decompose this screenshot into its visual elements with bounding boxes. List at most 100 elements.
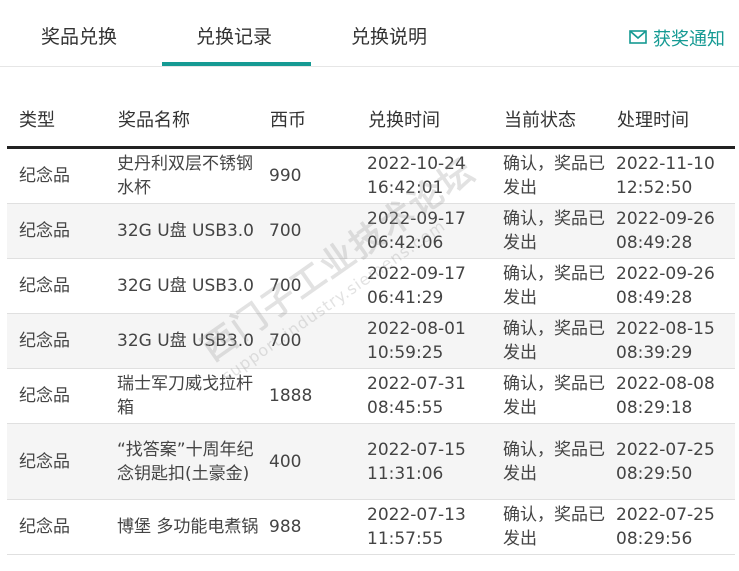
cell-exchange-time: 10:59:25 <box>367 343 444 363</box>
cell-status: 确认，奖品已发出 <box>503 374 605 418</box>
tab-exchange-records[interactable]: 兑换记录 <box>196 22 272 49</box>
cell-process-time: 2022-07-25 08:29:50 <box>616 423 735 500</box>
cell-name: 32G U盘 USB3.0 <box>117 276 254 296</box>
cell-prize-name: “找答案”十周年纪念钥匙扣(土豪金) <box>117 423 269 500</box>
cell-name: “找答案”十周年纪念钥匙扣(土豪金) <box>117 439 254 484</box>
cell-process-time: 08:29:50 <box>616 463 693 484</box>
cell-exchange-date: 2022-08-01 <box>367 319 466 339</box>
award-notification-label: 获奖通知 <box>653 29 725 50</box>
cell-name: 史丹利双层不锈钢水杯 <box>117 154 253 198</box>
cell-process-date: 2022-11-10 <box>616 154 715 174</box>
mail-icon <box>629 28 647 49</box>
cell-process-time: 2022-11-10 12:52:50 <box>616 147 735 204</box>
cell-process-date: 2022-07-25 <box>616 505 715 525</box>
cell-exchange-date: 2022-10-24 <box>367 154 466 174</box>
cell-prize-name: 史丹利双层不锈钢水杯 <box>117 147 269 204</box>
cell-process-time: 08:29:18 <box>616 398 693 418</box>
cell-process-date: 2022-08-08 <box>616 374 715 394</box>
cell-exchange-time: 2022-08-01 10:59:25 <box>367 313 503 369</box>
cell-coins: 1888 <box>269 368 367 424</box>
cell-process-time: 08:39:29 <box>616 343 693 363</box>
col-header-process-time: 处理时间 <box>616 92 735 149</box>
cell-exchange-time: 2022-07-13 11:57:55 <box>367 499 503 555</box>
col-header-type: 类型 <box>7 92 117 149</box>
col-header-exchange-time: 兑换时间 <box>367 92 503 149</box>
cell-exchange-time: 2022-07-15 11:31:06 <box>367 423 503 500</box>
cell-status: 确认，奖品已发出 <box>503 209 605 253</box>
cell-status: 确认，奖品已发出 <box>503 203 616 259</box>
cell-coins: 1888 <box>269 386 313 406</box>
cell-type: 纪念品 <box>19 386 70 406</box>
cell-coins: 700 <box>269 258 367 314</box>
cell-type: 纪念品 <box>19 451 70 472</box>
cell-exchange-time: 2022-10-24 16:42:01 <box>367 147 503 204</box>
cell-name: 博堡 多功能电煮锅 <box>117 517 259 537</box>
cell-exchange-time: 16:42:01 <box>367 178 444 198</box>
cell-exchange-date: 2022-07-13 <box>367 505 466 525</box>
cell-type: 纪念品 <box>7 258 117 314</box>
cell-name: 瑞士军刀威戈拉杆箱 <box>117 374 253 418</box>
active-tab-indicator <box>162 62 311 66</box>
cell-status: 确认，奖品已发出 <box>503 319 605 363</box>
cell-prize-name: 瑞士军刀威戈拉杆箱 <box>117 368 269 424</box>
cell-status: 确认，奖品已发出 <box>503 368 616 424</box>
cell-coins: 400 <box>269 423 367 500</box>
cell-exchange-time: 11:31:06 <box>367 463 444 484</box>
table-row: 纪念品 瑞士军刀威戈拉杆箱 1888 2022-07-31 08:45:55 确认，奖品已… <box>7 368 735 424</box>
cell-prize-name: 32G U盘 USB3.0 <box>117 258 269 314</box>
cell-process-date: 2022-09-26 <box>616 209 715 229</box>
cell-exchange-time: 06:42:06 <box>367 233 444 253</box>
tab-prize-exchange[interactable]: 奖品兑换 <box>41 22 117 49</box>
award-notification-link[interactable]: 获奖通知 <box>629 25 725 51</box>
cell-exchange-time: 06:41:29 <box>367 288 444 308</box>
cell-type: 纪念品 <box>7 203 117 259</box>
cell-status: 确认，奖品已发出 <box>503 264 605 308</box>
cell-type: 纪念品 <box>7 499 117 555</box>
table-row: 纪念品 32G U盘 USB3.0 700 2022-09-17 06:41:29 确认，… <box>7 258 735 314</box>
cell-prize-name: 32G U盘 USB3.0 <box>117 203 269 259</box>
table-header-row: 类型 奖品名称 西币 兑换时间 当前状态 处理时间 <box>7 92 735 149</box>
table-row: 纪念品 史丹利双层不锈钢水杯 990 2022-10-24 16:42:01 确认，奖品已… <box>7 147 735 204</box>
cell-status: 确认，奖品已发出 <box>503 258 616 314</box>
cell-type: 纪念品 <box>19 517 70 537</box>
cell-coins: 700 <box>269 276 302 296</box>
cell-process-time: 2022-08-08 08:29:18 <box>616 368 735 424</box>
exchange-records-table: 类型 奖品名称 西币 兑换时间 当前状态 处理时间 纪念品 史丹利双层不锈钢水杯 9… <box>7 92 735 555</box>
cell-process-time: 12:52:50 <box>616 178 693 198</box>
table-row: 纪念品 32G U盘 USB3.0 700 2022-09-17 06:42:06 确认，… <box>7 203 735 259</box>
cell-status: 确认，奖品已发出 <box>503 154 605 198</box>
tab-exchange-instructions[interactable]: 兑换说明 <box>351 22 427 49</box>
cell-coins: 700 <box>269 331 302 351</box>
col-header-coins: 西币 <box>269 92 367 149</box>
cell-status: 确认，奖品已发出 <box>503 505 605 549</box>
cell-coins: 700 <box>269 221 302 241</box>
cell-status: 确认，奖品已发出 <box>503 423 616 500</box>
tab-bar: 奖品兑换 兑换记录 兑换说明 获奖通知 <box>0 0 739 67</box>
cell-exchange-time: 2022-09-17 06:42:06 <box>367 203 503 259</box>
cell-coins: 990 <box>269 147 367 204</box>
col-header-prize-name: 奖品名称 <box>117 92 269 149</box>
cell-type: 纪念品 <box>7 423 117 500</box>
cell-coins: 700 <box>269 203 367 259</box>
cell-status: 确认，奖品已发出 <box>503 499 616 555</box>
cell-process-time: 2022-07-25 08:29:56 <box>616 499 735 555</box>
cell-exchange-date: 2022-09-17 <box>367 209 466 229</box>
cell-prize-name: 博堡 多功能电煮锅 <box>117 499 269 555</box>
cell-type: 纪念品 <box>7 368 117 424</box>
cell-coins: 400 <box>269 451 302 472</box>
cell-coins: 700 <box>269 313 367 369</box>
table-row: 纪念品 博堡 多功能电煮锅 988 2022-07-13 11:57:55 确认，奖品已发… <box>7 499 735 555</box>
cell-exchange-date: 2022-07-31 <box>367 374 466 394</box>
cell-type: 纪念品 <box>7 313 117 369</box>
table-row: 纪念品 “找答案”十周年纪念钥匙扣(土豪金) 400 2022-07-15 11:31:… <box>7 423 735 500</box>
cell-prize-name: 32G U盘 USB3.0 <box>117 313 269 369</box>
col-header-status: 当前状态 <box>503 92 616 149</box>
cell-process-date: 2022-07-25 <box>616 439 715 460</box>
cell-type: 纪念品 <box>19 166 70 186</box>
cell-name: 32G U盘 USB3.0 <box>117 331 254 351</box>
cell-process-time: 2022-09-26 08:49:28 <box>616 258 735 314</box>
cell-status: 确认，奖品已发出 <box>503 147 616 204</box>
cell-coins: 988 <box>269 517 302 537</box>
cell-exchange-time: 2022-07-31 08:45:55 <box>367 368 503 424</box>
cell-exchange-time: 11:57:55 <box>367 529 444 549</box>
